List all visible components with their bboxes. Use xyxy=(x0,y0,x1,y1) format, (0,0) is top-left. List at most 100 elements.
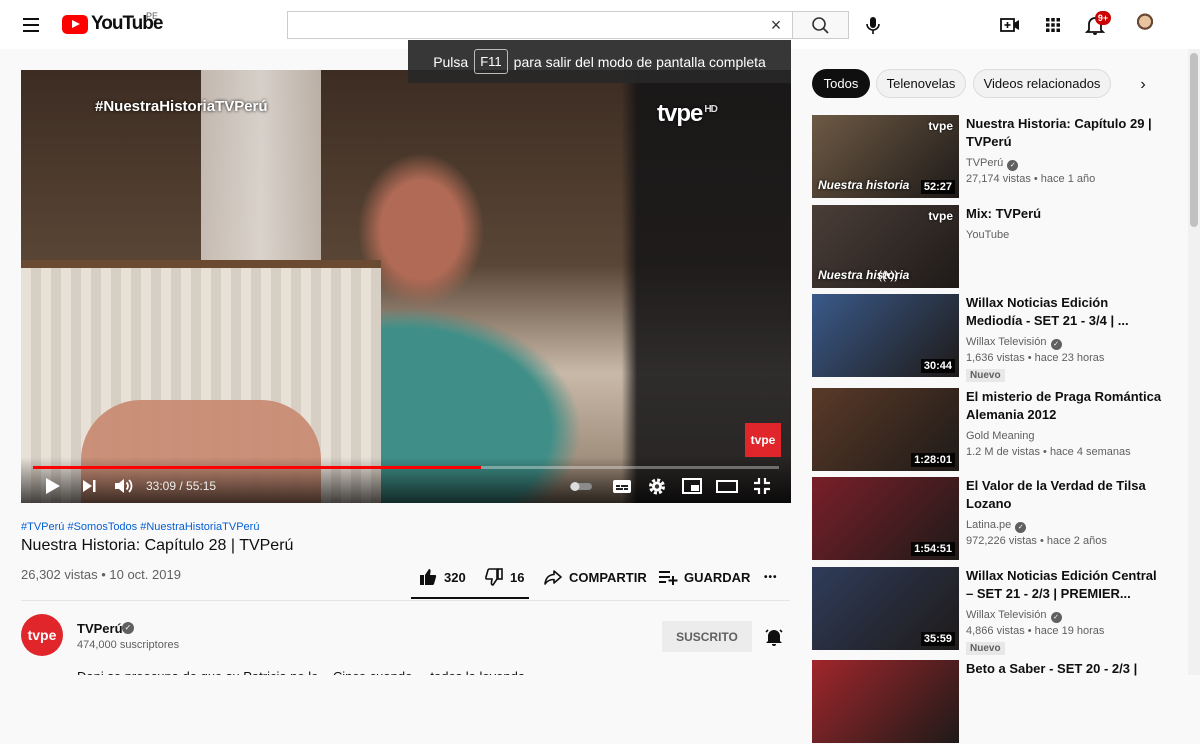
bell-filled-icon xyxy=(765,629,783,646)
recommendation-channel[interactable]: Willax Televisión ✓ xyxy=(966,609,1062,623)
share-button[interactable]: COMPARTIR xyxy=(543,566,647,588)
miniplayer-button[interactable] xyxy=(680,474,704,498)
menu-icon[interactable] xyxy=(14,12,48,38)
channel-subscriber-count: 474,000 suscriptores xyxy=(77,639,180,651)
theater-mode-icon xyxy=(716,480,738,493)
settings-button[interactable] xyxy=(645,474,669,498)
scrollbar-thumb[interactable] xyxy=(1190,53,1198,227)
like-button[interactable]: 320 xyxy=(418,566,466,588)
clear-search-icon[interactable]: × xyxy=(764,13,788,37)
recommendation-title[interactable]: El Valor de la Verdad de Tilsa Lozano xyxy=(966,477,1166,513)
recommendation-item[interactable]: 30:44 Willax Noticias Edición Mediodía - … xyxy=(812,294,1184,382)
recommendation-title[interactable]: Nuestra Historia: Capítulo 29 | TVPerú xyxy=(966,115,1166,151)
verified-icon: ✓ xyxy=(1015,522,1027,533)
create-video-button[interactable] xyxy=(998,13,1022,37)
share-label: COMPARTIR xyxy=(569,569,647,585)
autoplay-toggle[interactable] xyxy=(569,474,593,498)
recommendation-channel[interactable]: Latina.pe ✓ xyxy=(966,519,1027,533)
miniplayer-icon xyxy=(682,478,702,494)
recommendation-item[interactable]: 35:59 Willax Noticias Edición Central – S… xyxy=(812,567,1184,655)
search-input[interactable] xyxy=(287,11,793,39)
save-button[interactable]: GUARDAR xyxy=(658,566,750,588)
new-badge: Nuevo xyxy=(966,369,1005,382)
channel-notifications-button[interactable] xyxy=(763,626,785,648)
recommendation-title[interactable]: Willax Noticias Edición Mediodía - SET 2… xyxy=(966,294,1166,330)
recommendation-item[interactable]: Nuestra historia tvpe ((•)) Mix: TVPerú YouT… xyxy=(812,205,1184,289)
recommendation-thumbnail[interactable]: 1:28:01 xyxy=(812,388,959,471)
recommendation-item[interactable]: 1:54:51 El Valor de la Verdad de Tilsa Lo… xyxy=(812,477,1184,561)
recommendation-item[interactable]: Beto a Saber - SET 20 - 2/3 | xyxy=(812,660,1184,744)
recommendation-channel[interactable]: Gold Meaning xyxy=(966,430,1035,442)
recommendation-thumbnail[interactable]: 30:44 xyxy=(812,294,959,377)
chip-all[interactable]: Todos xyxy=(812,69,870,98)
recommendation-channel[interactable]: Willax Televisión ✓ xyxy=(966,336,1062,350)
progress-bar[interactable] xyxy=(33,466,779,469)
thumbnail-channel-logo: tvpe xyxy=(928,119,953,133)
recommendation-item[interactable]: 1:28:01 El misterio de Praga Romántica Al… xyxy=(812,388,1184,472)
dislike-button[interactable]: 16 xyxy=(484,566,524,588)
recommendation-title[interactable]: Willax Noticias Edición Central – SET 21… xyxy=(966,567,1166,603)
video-player[interactable]: #NuestraHistoriaTVPerú tvpe HD tvpe 33:09… xyxy=(21,70,791,503)
thumbs-down-icon xyxy=(485,568,503,586)
corner-channel-logo: tvpe xyxy=(745,423,781,457)
recommendation-thumbnail[interactable]: 1:54:51 xyxy=(812,477,959,560)
video-description: Dani se preocupa de que su Patricia no l… xyxy=(77,669,777,675)
subscribed-button[interactable]: SUSCRITO xyxy=(662,621,752,652)
recommendation-channel-name: Willax Televisión xyxy=(966,609,1047,621)
search-button[interactable] xyxy=(793,11,849,39)
recommendation-title[interactable]: El misterio de Praga Romántica Alemania … xyxy=(966,388,1166,424)
recommendation-channel[interactable]: TVPerú ✓ xyxy=(966,157,1019,171)
thumbnail-show-logo: Nuestra historia xyxy=(818,178,910,192)
chip-related-videos[interactable]: Videos relacionados xyxy=(973,69,1111,98)
thumbs-up-icon xyxy=(420,569,437,585)
voice-search-button[interactable] xyxy=(859,11,887,39)
video-duration-badge: 52:27 xyxy=(920,180,955,194)
recommendation-thumbnail[interactable] xyxy=(812,660,959,743)
recommendation-thumbnail[interactable]: Nuestra historia tvpe 52:27 xyxy=(812,115,959,198)
account-avatar[interactable] xyxy=(1131,11,1159,39)
video-overlay-hashtag: #NuestraHistoriaTVPerú xyxy=(95,98,268,115)
apps-button[interactable] xyxy=(1041,13,1065,37)
recommendation-views-age: 27,174 vistas • hace 1 año xyxy=(966,173,1096,185)
more-actions-button[interactable]: ••• xyxy=(764,566,778,588)
next-icon xyxy=(83,480,96,492)
verified-icon: ✓ xyxy=(1050,612,1062,623)
channel-avatar[interactable]: tvpe xyxy=(21,614,63,656)
search-icon xyxy=(812,17,829,34)
recommendation-thumbnail[interactable]: Nuestra historia tvpe ((•)) xyxy=(812,205,959,288)
add-to-playlist-icon xyxy=(659,571,678,585)
fullscreen-exit-toast: Pulsa F11 para salir del modo de pantall… xyxy=(408,40,791,83)
verified-icon: ✓ xyxy=(122,622,134,634)
volume-button[interactable] xyxy=(111,474,135,498)
subtitles-button[interactable] xyxy=(610,474,634,498)
progress-bar-played xyxy=(33,466,481,469)
video-view-count-date: 26,302 vistas • 10 oct. 2019 xyxy=(21,567,181,582)
recommendation-views-age: 972,226 vistas • hace 2 años xyxy=(966,535,1107,547)
chevron-right-icon[interactable]: › xyxy=(1132,74,1154,96)
next-button[interactable] xyxy=(77,474,101,498)
recommendation-channel[interactable]: YouTube xyxy=(966,229,1009,241)
channel-name[interactable]: TVPerú xyxy=(77,621,123,636)
theater-mode-button[interactable] xyxy=(715,474,739,498)
recommendation-item[interactable]: Nuestra historia tvpe 52:27 Nuestra Histori… xyxy=(812,115,1184,199)
subtitles-icon xyxy=(613,480,631,493)
toast-key: F11 xyxy=(474,49,508,74)
video-hashtags[interactable]: #TVPerú #SomosTodos #NuestraHistoriaTVPe… xyxy=(21,521,259,533)
fullscreen-button[interactable] xyxy=(750,474,774,498)
autoplay-toggle-icon xyxy=(570,482,592,491)
chip-telenovelas[interactable]: Telenovelas xyxy=(876,69,966,98)
recommendation-title[interactable]: Beto a Saber - SET 20 - 2/3 | xyxy=(966,660,1166,678)
notification-count-badge: 9+ xyxy=(1095,11,1111,25)
recommendation-thumbnail[interactable]: 35:59 xyxy=(812,567,959,650)
verified-icon: ✓ xyxy=(1050,339,1062,350)
recommendation-title[interactable]: Mix: TVPerú xyxy=(966,205,1166,223)
video-title: Nuestra Historia: Capítulo 28 | TVPerú xyxy=(21,537,294,554)
create-video-icon xyxy=(1000,18,1019,32)
more-icon: ••• xyxy=(764,571,778,583)
video-duration-badge: 1:28:01 xyxy=(911,453,955,467)
recommendation-views-age: 1,636 vistas • hace 23 horas xyxy=(966,352,1105,364)
verified-icon: ✓ xyxy=(1007,160,1019,171)
watermark-text: tvpe xyxy=(657,100,703,127)
play-button[interactable] xyxy=(40,474,64,498)
like-count: 320 xyxy=(444,569,466,585)
